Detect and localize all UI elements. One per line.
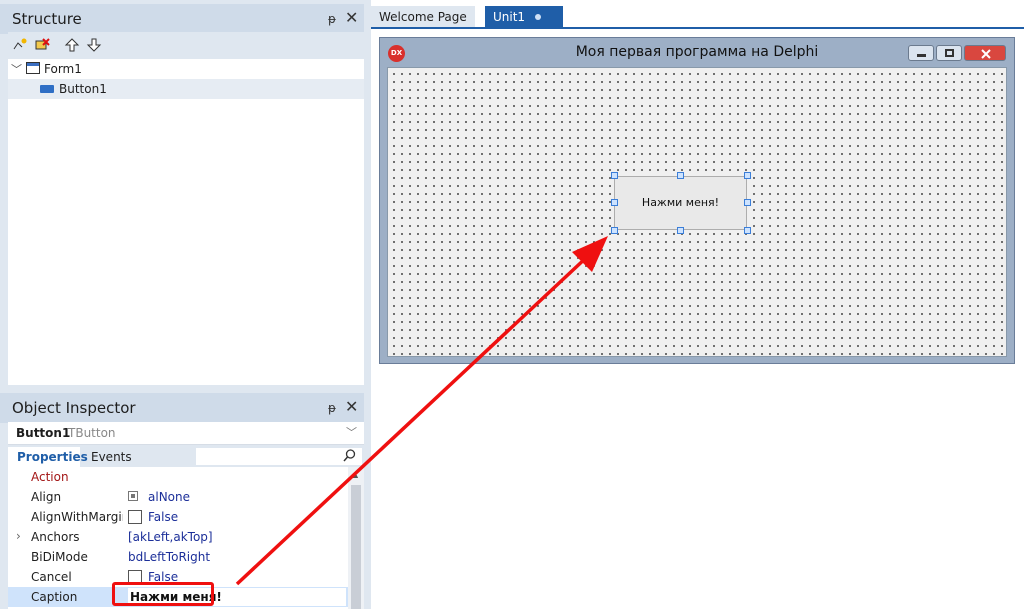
annotation-arrow — [235, 236, 608, 586]
